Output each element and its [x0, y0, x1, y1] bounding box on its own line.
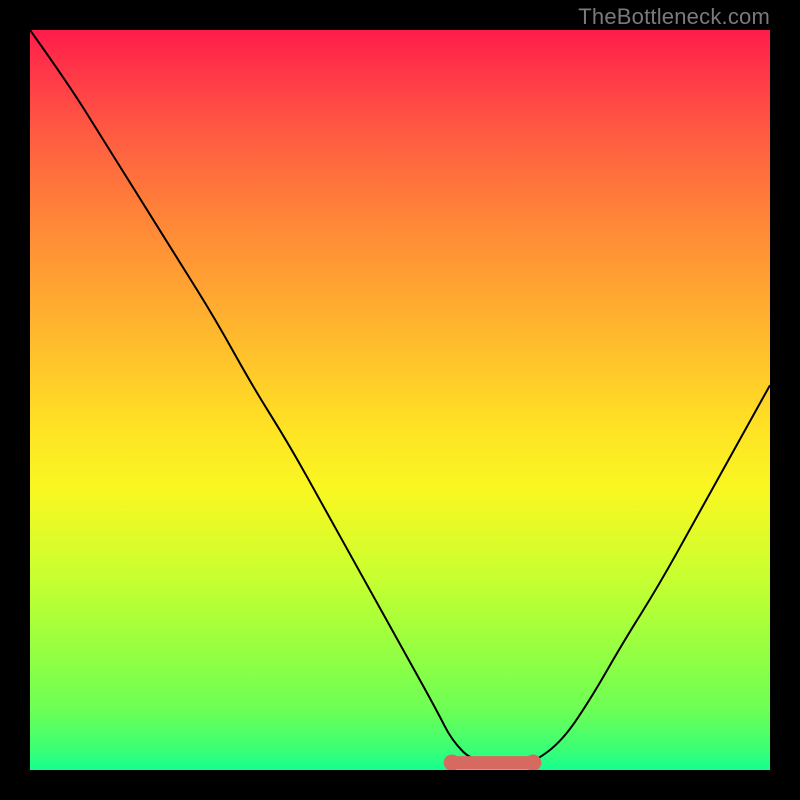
bottleneck-curve [30, 30, 770, 763]
valley-dot-left [444, 754, 460, 770]
attribution-label: TheBottleneck.com [578, 4, 770, 30]
bottleneck-curve-svg [30, 30, 770, 770]
curve-group [30, 30, 770, 770]
chart-frame: TheBottleneck.com [0, 0, 800, 800]
plot-area [30, 30, 770, 770]
valley-dot-right [525, 754, 541, 770]
